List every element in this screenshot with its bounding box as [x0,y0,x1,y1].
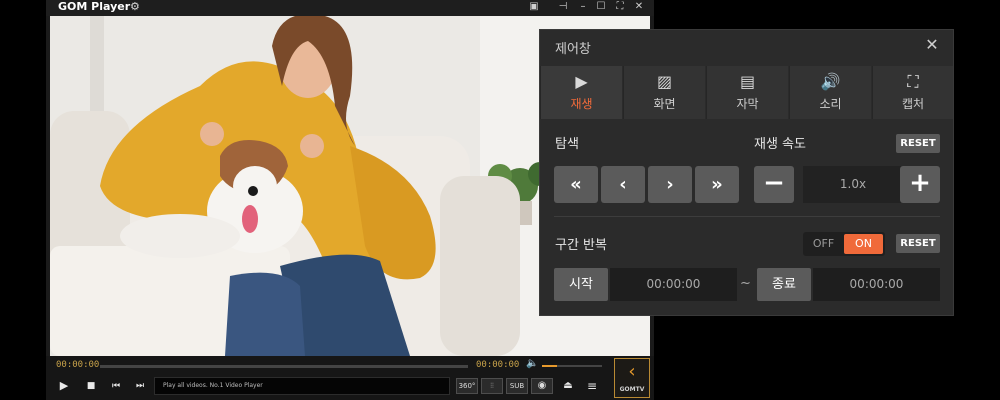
close-icon[interactable]: ✕ [632,0,646,14]
tab-label: 화면 [653,97,676,111]
seek-bar[interactable] [100,365,468,368]
seek-section-label: 탐색 [555,137,579,152]
gomtv-label: GOMTV [619,386,645,393]
start-button[interactable]: 시작 [554,268,608,301]
panel-title: 제어창 [555,42,591,57]
settings-gear-icon[interactable]: ⚙ [130,0,140,14]
app-logo: GOM Player [58,0,131,13]
vr-360-button[interactable]: 360° [456,378,478,394]
equalizer-icon[interactable]: ⫶⫶ [481,378,503,394]
tab-screen[interactable]: ▨ 화면 [623,66,705,119]
tab-label: 캡처 [901,97,925,111]
tab-playback[interactable]: ▶ 재생 [540,66,622,119]
marquee-text: Play all videos. No.1 Video Player [154,377,450,395]
step-back-icon[interactable]: ‹ [601,166,645,203]
speed-value: 1.0x [803,166,903,203]
speed-section-label: 재생 속도 [754,137,806,152]
tab-capture[interactable]: ⛶ 캡처 [872,66,953,119]
maximize-icon[interactable]: ☐ [594,0,608,14]
total-time: 00:00:00 [476,360,520,370]
end-time: 00:00:00 [813,268,940,301]
speed-increase-button[interactable]: + [900,166,940,203]
tab-label: 소리 [819,97,842,111]
pin-icon[interactable]: ⊣ [556,0,570,14]
control-bar: 00:00:00 00:00:00 🔈 ▶ ■ ⏮ ⏭ Play all vid… [46,356,654,400]
repeat-reset-button[interactable]: RESET [896,234,940,253]
image-icon: ▨ [656,72,673,91]
tab-label: 자막 [736,97,759,111]
capture-icon: ⛶ [907,72,919,91]
tab-sound[interactable]: 🔊 소리 [789,66,871,119]
gomtv-button[interactable]: ‹ GOMTV [614,358,650,398]
end-button[interactable]: 종료 [757,268,811,301]
current-time: 00:00:00 [56,360,100,370]
previous-icon[interactable]: ⏮ [108,378,124,394]
toggle-off[interactable]: OFF [803,232,844,256]
volume-icon[interactable]: 🔈 [526,358,538,369]
chevron-left-icon: ‹ [628,361,636,382]
subtitle-button[interactable]: SUB [506,378,528,394]
play-icon[interactable]: ▶ [56,378,72,394]
next-icon[interactable]: ⏭ [132,378,148,394]
volume-slider[interactable] [542,365,602,367]
fast-forward-icon[interactable]: » [695,166,739,203]
range-separator: ~ [740,276,751,291]
speed-decrease-button[interactable]: − [754,166,794,203]
info-icon[interactable]: ▣ [527,0,541,14]
control-panel: 제어창 ✕ ▶ 재생 ▨ 화면 ▤ 자막 🔊 소리 ⛶ 캡처 탐색 재생 속도 … [539,29,954,316]
play-icon: ▶ [575,72,588,91]
menu-icon[interactable]: ≡ [585,378,599,394]
volume-fill [542,365,557,367]
eject-icon[interactable]: ⏏ [561,378,575,394]
speed-reset-button[interactable]: RESET [896,134,940,153]
title-bar[interactable]: GOM Player ⚙ ▣ ⊣ – ☐ ⛶ ✕ [46,0,654,16]
stop-icon[interactable]: ■ [84,378,98,394]
toggle-on[interactable]: ON [844,234,883,254]
fullscreen-icon[interactable]: ⛶ [613,0,627,14]
divider [554,216,940,217]
screen: GOM Player ⚙ ▣ ⊣ – ☐ ⛶ ✕ 00:00:00 00:00:… [0,0,1000,400]
minimize-icon[interactable]: – [576,0,590,14]
subtitle-icon: ▤ [739,72,756,91]
start-time: 00:00:00 [610,268,737,301]
repeat-section-label: 구간 반복 [555,238,607,253]
tab-bar: ▶ 재생 ▨ 화면 ▤ 자막 🔊 소리 ⛶ 캡처 [540,66,953,119]
tab-label: 재생 [570,97,593,111]
tab-subtitle[interactable]: ▤ 자막 [706,66,788,119]
speaker-icon: 🔊 [820,72,841,91]
fast-rewind-icon[interactable]: « [554,166,598,203]
camera-icon[interactable]: ◉ [531,378,553,394]
repeat-toggle[interactable]: OFF ON [803,232,885,256]
close-icon[interactable]: ✕ [923,36,941,54]
step-forward-icon[interactable]: › [648,166,692,203]
